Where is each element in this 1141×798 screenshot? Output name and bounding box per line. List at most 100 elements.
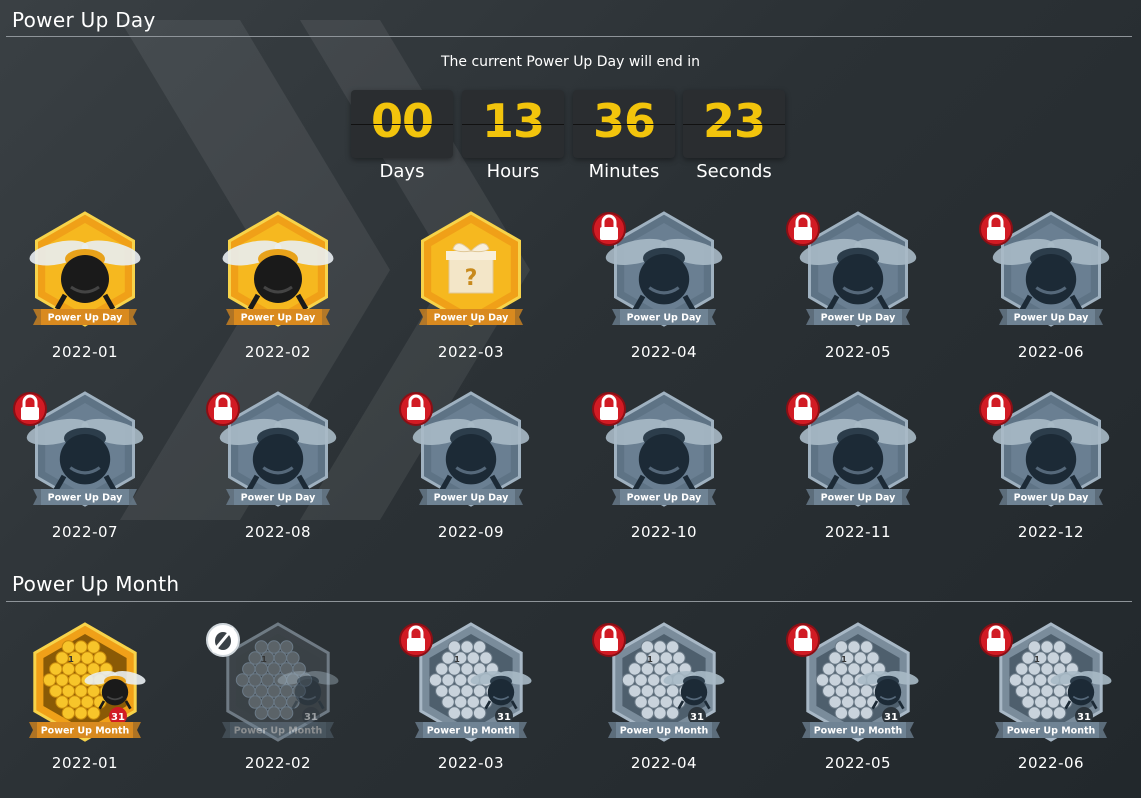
- svg-text:Power Up Day: Power Up Day: [821, 313, 897, 324]
- svg-text:Power Up Day: Power Up Day: [1014, 313, 1090, 324]
- svg-text:1: 1: [1034, 655, 1040, 664]
- power-up-month-badge-2022-05[interactable]: 1 31 Power Up Month 2022-05: [773, 610, 943, 790]
- badge-image: Power Up Day: [592, 391, 723, 507]
- svg-text:Power Up Day: Power Up Day: [241, 493, 317, 504]
- badge-date: 2022-04: [630, 754, 698, 772]
- power-up-month-title: Power Up Month: [12, 572, 180, 596]
- badge-image: Power Up Day: [786, 391, 917, 507]
- countdown-days-unit: Days: [379, 161, 425, 182]
- svg-text:Power Up Day: Power Up Day: [627, 313, 703, 324]
- power-up-month-badge-2022-02[interactable]: 1 31 Power Up Month 2022-02: [193, 610, 363, 790]
- badge-image: Power Up Day: [399, 391, 530, 507]
- power-up-month-badge-2022-06[interactable]: 1 31 Power Up Month 2022-06: [966, 610, 1136, 790]
- lock-icon: [786, 212, 820, 246]
- badge-image: Power Up Day: [222, 211, 334, 327]
- countdown-label: The current Power Up Day will end in: [440, 54, 701, 70]
- svg-text:Power Up Day: Power Up Day: [434, 493, 510, 504]
- badge-ribbon: Power Up Day: [806, 489, 910, 505]
- countdown-days-value: 00: [370, 94, 434, 148]
- badge-ribbon: Power Up Day: [419, 489, 523, 505]
- badge-ribbon: Power Up Day: [226, 489, 330, 505]
- lock-icon: [979, 392, 1013, 426]
- svg-text:Power Up Day: Power Up Day: [241, 313, 317, 324]
- countdown-days-box: 00: [351, 90, 453, 158]
- svg-text:Power Up Month: Power Up Month: [620, 726, 709, 737]
- badge-date: 2022-03: [437, 754, 505, 772]
- svg-text:1: 1: [68, 655, 74, 664]
- badge-image: Power Up Day: [979, 391, 1110, 507]
- power-up-month-badge-2022-03[interactable]: 1 31 Power Up Month 2022-03: [386, 610, 556, 790]
- svg-text:Power Up Day: Power Up Day: [627, 493, 703, 504]
- svg-text:31: 31: [304, 712, 318, 723]
- power-up-day-badge-2022-07[interactable]: Power Up Day 2022-07: [0, 387, 170, 567]
- badge-image: Power Up Day: [592, 211, 723, 327]
- svg-text:Power Up Month: Power Up Month: [41, 726, 130, 737]
- countdown-minutes-unit: Minutes: [588, 161, 660, 182]
- power-up-day-badge-2022-01[interactable]: Power Up Day 2022-01: [0, 207, 170, 387]
- badge-date: 2022-01: [51, 754, 119, 772]
- missed-icon: [206, 623, 240, 657]
- power-up-day-badge-2022-10[interactable]: Power Up Day 2022-10: [579, 387, 749, 567]
- badge-image: Power Up Day: [786, 211, 917, 327]
- lock-icon: [399, 392, 433, 426]
- power-up-day-badge-2022-08[interactable]: Power Up Day 2022-08: [193, 387, 363, 567]
- lock-icon: [979, 623, 1013, 657]
- badge-date: 2022-11: [824, 523, 892, 541]
- power-up-month-badge-2022-04[interactable]: 1 31 Power Up Month 2022-04: [579, 610, 749, 790]
- badge-image: ? Power Up Day: [419, 211, 523, 327]
- power-up-day-badge-2022-11[interactable]: Power Up Day 2022-11: [773, 387, 943, 567]
- badge-date: 2022-07: [51, 523, 119, 541]
- power-up-day-badge-2022-05[interactable]: Power Up Day 2022-05: [773, 207, 943, 387]
- svg-text:?: ?: [465, 266, 478, 291]
- badge-ribbon: Power Up Month: [415, 722, 527, 738]
- badge-image: 1 31 Power Up Month: [206, 622, 339, 742]
- svg-text:1: 1: [454, 655, 460, 664]
- power-up-day-badge-2022-06[interactable]: Power Up Day 2022-06: [966, 207, 1136, 387]
- badge-ribbon: Power Up Month: [608, 722, 720, 738]
- badge-ribbon: Power Up Day: [226, 309, 330, 325]
- power-up-day-badge-2022-04[interactable]: Power Up Day 2022-04: [579, 207, 749, 387]
- badge-ribbon: Power Up Day: [612, 489, 716, 505]
- badge-ribbon: Power Up Month: [222, 722, 334, 738]
- lock-icon: [206, 392, 240, 426]
- lock-icon: [786, 392, 820, 426]
- power-up-day-badge-2022-09[interactable]: Power Up Day 2022-09: [386, 387, 556, 567]
- badge-date: 2022-05: [824, 754, 892, 772]
- section-divider: [6, 36, 1132, 37]
- svg-text:Power Up Day: Power Up Day: [48, 493, 124, 504]
- badge-ribbon: Power Up Day: [33, 309, 137, 325]
- countdown-seconds-box: 23: [683, 90, 785, 158]
- svg-text:1: 1: [647, 655, 653, 664]
- badge-ribbon: Power Up Day: [612, 309, 716, 325]
- svg-text:Power Up Day: Power Up Day: [434, 313, 510, 324]
- countdown-hours-value: 13: [481, 94, 545, 148]
- svg-text:Power Up Day: Power Up Day: [1014, 493, 1090, 504]
- power-up-day-badge-2022-02[interactable]: Power Up Day 2022-02: [193, 207, 363, 387]
- badge-ribbon: Power Up Month: [802, 722, 914, 738]
- svg-text:1: 1: [261, 655, 267, 664]
- lock-icon: [592, 392, 626, 426]
- power-up-day-title: Power Up Day: [12, 8, 156, 32]
- lock-icon: [13, 392, 47, 426]
- svg-text:Power Up Day: Power Up Day: [821, 493, 897, 504]
- badge-ribbon: Power Up Day: [999, 489, 1103, 505]
- svg-text:31: 31: [111, 712, 125, 723]
- badge-date: 2022-12: [1017, 523, 1085, 541]
- svg-text:Power Up Month: Power Up Month: [427, 726, 516, 737]
- section-divider: [6, 601, 1132, 602]
- badge-ribbon: Power Up Day: [419, 309, 523, 325]
- power-up-day-badge-2022-12[interactable]: Power Up Day 2022-12: [966, 387, 1136, 567]
- power-up-day-badge-2022-03[interactable]: ? Power Up Day 2022-03: [386, 207, 556, 387]
- svg-text:1: 1: [841, 655, 847, 664]
- lock-icon: [786, 623, 820, 657]
- badge-date: 2022-01: [51, 343, 119, 361]
- badge-image: Power Up Day: [29, 211, 141, 327]
- svg-text:31: 31: [497, 712, 511, 723]
- badge-image: 1 31 Power Up Month: [399, 622, 532, 742]
- power-up-month-badge-2022-01[interactable]: 1 31 Power Up Month 2022-01: [0, 610, 170, 790]
- svg-text:31: 31: [1077, 712, 1091, 723]
- countdown-hours-box: 13: [462, 90, 564, 158]
- svg-text:Power Up Month: Power Up Month: [1007, 726, 1096, 737]
- badge-date: 2022-03: [437, 343, 505, 361]
- countdown-minutes-value: 36: [592, 94, 656, 148]
